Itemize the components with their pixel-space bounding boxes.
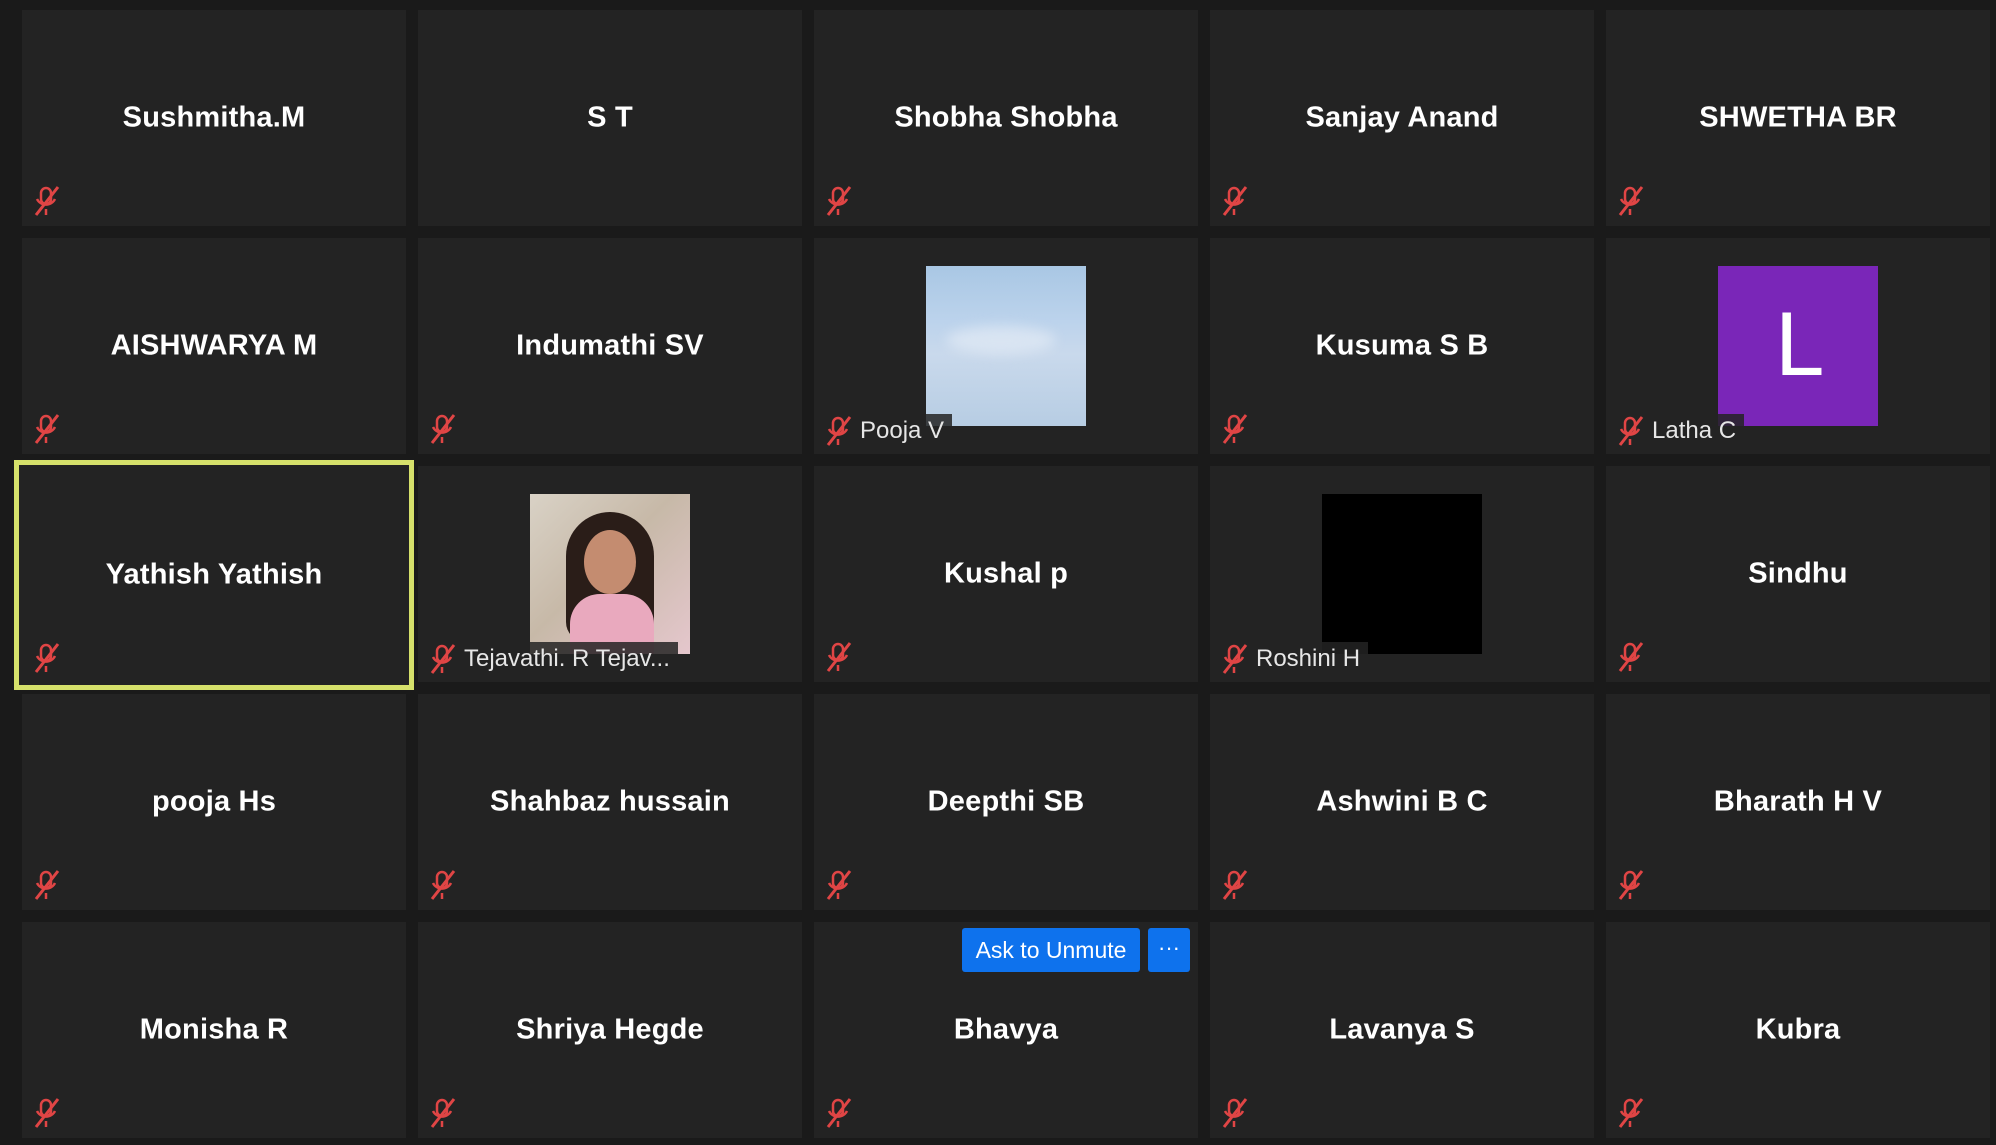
mic-muted-icon [826,186,852,216]
participant-tile[interactable]: pooja Hs [22,694,406,910]
participant-tile[interactable]: Ask to Unmute ··· Bhavya [814,922,1198,1138]
participant-name: Kubra [1755,1013,1841,1046]
mic-muted-icon [430,644,456,674]
mic-muted-icon [1618,642,1644,672]
mic-muted-icon [1222,1098,1248,1128]
mic-muted-icon [826,1098,852,1128]
participant-tile[interactable]: Bharath H V [1606,694,1990,910]
ask-to-unmute-button[interactable]: Ask to Unmute [962,928,1140,972]
participant-tile[interactable]: Shobha Shobha [814,10,1198,226]
more-options-button[interactable]: ··· [1148,928,1190,972]
gallery-view-grid: Sushmitha.M S T Shobha Shobha Sanjay Ana… [0,0,1996,1145]
participant-tile[interactable]: Sushmitha.M [22,10,406,226]
participant-video-thumbnail [1322,494,1482,654]
mic-muted-icon [1618,1098,1644,1128]
participant-tile[interactable]: Deepthi SB [814,694,1198,910]
participant-name: Roshini H [1256,645,1361,672]
mic-muted-icon [1618,186,1644,216]
participant-tile[interactable]: Ashwini B C [1210,694,1594,910]
participant-name: Shriya Hegde [516,1013,704,1046]
mic-muted-icon [34,186,60,216]
participant-name: Bhavya [953,1013,1059,1046]
participant-tile[interactable]: L Latha C [1606,238,1990,454]
mic-muted-icon [430,870,456,900]
participant-name-label: Roshini H [1216,642,1369,676]
participant-tile[interactable]: Kusuma S B [1210,238,1594,454]
participant-tile[interactable]: Sanjay Anand [1210,10,1594,226]
mic-muted-icon [1618,416,1644,446]
participant-name-label: Tejavathi. R Tejav... [424,642,678,676]
participant-tile[interactable]: Sindhu [1606,466,1990,682]
participant-name: Monisha R [139,1013,289,1046]
mic-muted-icon [34,414,60,444]
participant-tile[interactable]: Indumathi SV [418,238,802,454]
participant-name: pooja Hs [151,785,277,818]
participant-name: Deepthi SB [927,785,1085,818]
participant-tile[interactable]: Kubra [1606,922,1990,1138]
participant-tile[interactable]: Lavanya S [1210,922,1594,1138]
mic-muted-icon [34,870,60,900]
mic-muted-icon [1222,870,1248,900]
participant-name: Pooja V [860,417,945,444]
mic-muted-icon [34,643,60,673]
participant-name-label: Pooja V [820,414,953,448]
mic-muted-icon [34,1098,60,1128]
mic-muted-icon [1222,644,1248,674]
participant-name: Kusuma S B [1315,329,1489,362]
participant-tile[interactable]: SHWETHA BR [1606,10,1990,226]
participant-tile[interactable]: Pooja V [814,238,1198,454]
participant-name: Tejavathi. R Tejav... [464,645,670,672]
participant-name: Shahbaz hussain [490,785,730,818]
avatar: L [1718,266,1878,426]
mic-muted-icon [1222,186,1248,216]
mic-muted-icon [826,870,852,900]
participant-video-thumbnail [926,266,1086,426]
participant-name: AISHWARYA M [110,329,318,362]
participant-name: Kushal p [943,557,1069,590]
participant-name: Latha C [1652,417,1737,444]
mic-muted-icon [430,414,456,444]
participant-name: SHWETHA BR [1699,101,1897,134]
mic-muted-icon [1618,870,1644,900]
mic-muted-icon [1222,414,1248,444]
mic-muted-icon [826,642,852,672]
participant-name: Bharath H V [1713,785,1883,818]
participant-name: Indumathi SV [516,329,704,362]
participant-name: Ashwini B C [1316,785,1488,818]
mic-muted-icon [826,416,852,446]
participant-tile[interactable]: Monisha R [22,922,406,1138]
portrait-face [584,530,636,594]
participant-name: S T [587,101,633,134]
participant-tile[interactable]: Kushal p [814,466,1198,682]
participant-tile[interactable]: Tejavathi. R Tejav... [418,466,802,682]
participant-name: Sindhu [1748,557,1848,590]
participant-tile[interactable]: S T [418,10,802,226]
participant-video-thumbnail [530,494,690,654]
participant-tile-active-speaker[interactable]: Yathish Yathish [14,460,414,690]
participant-tile[interactable]: AISHWARYA M [22,238,406,454]
participant-name: Lavanya S [1329,1013,1475,1046]
participant-name: Yathish Yathish [105,558,323,591]
participant-tile[interactable]: Shahbaz hussain [418,694,802,910]
participant-name: Sanjay Anand [1305,101,1499,134]
participant-name: Shobha Shobha [894,101,1118,134]
participant-name-label: Latha C [1612,414,1745,448]
participant-name: Sushmitha.M [122,101,306,134]
participant-tile[interactable]: Roshini H [1210,466,1594,682]
mic-muted-icon [430,1098,456,1128]
participant-tile[interactable]: Shriya Hegde [418,922,802,1138]
